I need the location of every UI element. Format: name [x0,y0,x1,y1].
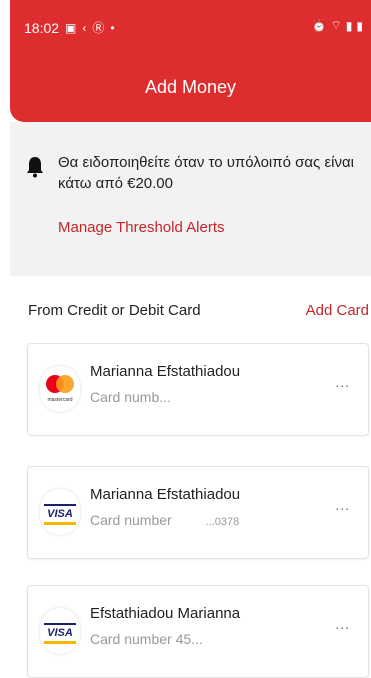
more-options-icon[interactable]: ... [335,374,350,390]
card-number: Card numb... [90,389,171,405]
alert-message: Θα ειδοποιηθείτε όταν το υπόλοιπό σας εί… [58,154,354,192]
image-icon: ▣ [65,20,77,35]
visa-logo: VISA [40,608,80,654]
dot-icon: • [110,20,115,35]
mastercard-logo: mastercard [40,366,80,412]
more-options-icon[interactable]: ... [335,616,350,632]
card-number: Card number ...0378 [90,512,240,528]
back-icon: ‹ [82,20,87,35]
card-item[interactable]: VISA Marianna Efstathiadou Card number .… [27,466,369,559]
card-item[interactable]: VISA Efstathiadou Marianna Card number 4… [27,585,369,678]
add-card-button[interactable]: Add Card [306,302,369,319]
alarm-icon: ⏰ [311,18,327,33]
card-holder-name: Marianna Efstathiadou [90,363,241,380]
visa-logo: VISA [40,489,80,535]
manage-threshold-alerts-link[interactable]: Manage Threshold Alerts [58,219,225,236]
bell-icon [27,157,43,178]
r-icon: Ⓡ [92,21,105,35]
signal-icon: ▮ [345,18,353,33]
card-item[interactable]: mastercard Marianna Efstathiadou Card nu… [27,343,369,436]
battery-icon: ▮ [356,18,363,33]
card-holder-name: Efstathiadou Marianna [90,605,241,622]
threshold-alert-panel: Θα ειδοποιηθείτε όταν το υπόλοιπό σας εί… [10,122,371,276]
card-number-tail: ...0378 [205,516,240,528]
app-header: 18:02 ▣ ‹ Ⓡ • ⏰ ⌔ ▮ ▮ Add Money [10,0,371,122]
status-time: 18:02 [24,19,60,36]
status-bar-right: ⏰ ⌔ ▮ ▮ [312,18,363,33]
wifi-icon: ⌔ [330,18,342,32]
more-options-icon[interactable]: ... [335,497,350,513]
page-title: Add Money [144,77,237,97]
card-number: Card number 45... [90,631,203,647]
section-label: From Credit or Debit Card [28,302,201,319]
status-bar-left: 18:02 ▣ ‹ Ⓡ • [24,19,115,36]
card-holder-name: Marianna Efstathiadou [90,486,241,503]
